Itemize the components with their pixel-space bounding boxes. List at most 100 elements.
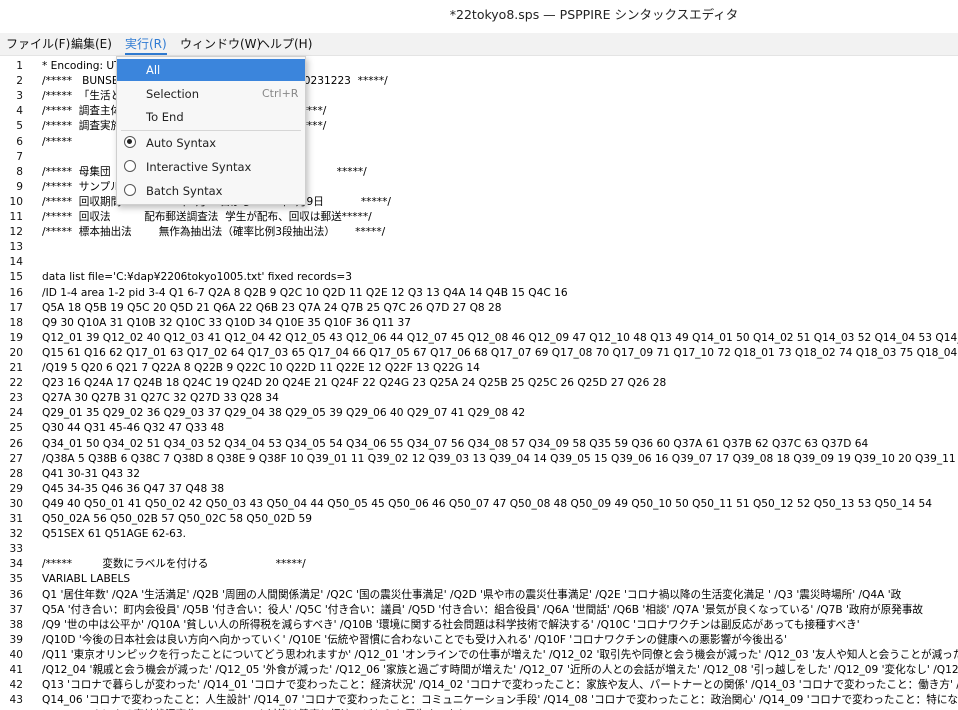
editor-line[interactable]: 20 Q15 61 Q16 62 Q17_01 63 Q17_02 64 Q17_… (0, 346, 958, 361)
line-number: 4 (16, 105, 23, 118)
editor-line[interactable]: 33 (0, 542, 958, 557)
auto-syntax-radio-icon (124, 136, 136, 148)
line-number: 18 (9, 316, 23, 329)
line-text: /***** 回収法 配布郵送調査法 学生が配布、回収は郵送*****/ (42, 211, 372, 223)
editor-line[interactable]: 24 Q29_01 35 Q29_02 36 Q29_03 37 Q29_04 3… (0, 406, 958, 421)
auto-syntax-item[interactable]: Auto Syntax (117, 132, 305, 154)
editor-line[interactable]: 30 Q49 40 Q50_01 41 Q50_02 42 Q50_03 43 Q… (0, 497, 958, 512)
editor-line[interactable]: 13 (0, 240, 958, 255)
auto-syntax-label: Auto Syntax (146, 136, 217, 150)
menu-edit[interactable]: 編集(E) (71, 33, 112, 55)
editor-line[interactable]: 16/ID 1-4 area 1-2 pid 3-4 Q1 6-7 Q2A 8 … (0, 286, 958, 301)
interactive-syntax-item[interactable]: Interactive Syntax (117, 156, 305, 178)
line-number: 17 (9, 301, 23, 314)
line-number: 26 (9, 437, 23, 450)
line-number: 27 (9, 452, 23, 465)
line-number: 16 (9, 286, 23, 299)
run-to-end-label: To End (146, 110, 184, 124)
line-number: 43 (9, 694, 23, 707)
line-number: 11 (9, 211, 23, 223)
menu-help[interactable]: ヘルプ(H) (258, 33, 312, 55)
line-text: /***** 標本抽出法 無作為抽出法（確率比例3段抽出法） *****/ (42, 226, 386, 239)
line-text: /Q11 '東京オリンピックを行ったことについてどう思われますか' /Q12_0… (42, 648, 958, 661)
editor-line[interactable]: 21/Q19 5 Q20 6 Q21 7 Q22A 8 Q22B 9 Q22C … (0, 361, 958, 376)
editor-line[interactable]: 25 Q30 44 Q31 45-46 Q32 47 Q33 48 (0, 421, 958, 436)
line-number: 3 (16, 90, 23, 103)
line-number: 23 (9, 392, 23, 405)
run-selection-item[interactable]: Selection Ctrl+R (117, 83, 305, 105)
line-text: /Q38A 5 Q38B 6 Q38C 7 Q38D 8 Q38E 9 Q38F… (42, 452, 958, 465)
editor-line[interactable]: 19 Q12_01 39 Q12_02 40 Q12_03 41 Q12_04 4… (0, 331, 958, 346)
run-all-item[interactable]: All (117, 59, 305, 81)
menu-bar: ファイル(F) 編集(E) 実行(R) ウィンドウ(W) ヘルプ(H) (0, 33, 958, 56)
line-text: Q5A 18 Q5B 19 Q5C 20 Q5D 21 Q6A 22 Q6B 2… (42, 301, 502, 314)
editor-line[interactable]: 12 /***** 標本抽出法 無作為抽出法（確率比例3段抽出法） *****/ (0, 225, 958, 240)
window-title: *22tokyo8.sps — PSPPIRE シンタックスエディタ (449, 7, 739, 22)
line-text: Q5A '付き合い：町内会役員' /Q5B '付き合い：役人' /Q5C '付き… (42, 603, 924, 616)
line-number: 6 (16, 135, 23, 148)
editor-line[interactable]: 35 VARIABL LABELS (0, 572, 958, 587)
line-text: Q29_01 35 Q29_02 36 Q29_03 37 Q29_04 38 … (42, 407, 526, 420)
line-number: 29 (9, 482, 23, 495)
menu-run[interactable]: 実行(R) (125, 33, 167, 55)
line-number: 30 (9, 497, 23, 510)
editor-line[interactable]: 15 data list file='C:¥dap¥2206tokyo1005.t… (0, 270, 958, 285)
line-text: Q27A 30 Q27B 31 Q27C 32 Q27D 33 Q28 34 (42, 392, 279, 405)
editor-line[interactable]: 27/Q38A 5 Q38B 6 Q38C 7 Q38D 8 Q38E 9 Q3… (0, 452, 958, 467)
editor-line[interactable]: 43 Q14_06 'コロナで変わったこと：人生設計' /Q14_07 'コロナで… (0, 693, 958, 708)
editor-line[interactable]: 42 Q13 'コロナで暮らしが変わった' /Q14_01 'コロナで変わったこと… (0, 678, 958, 693)
line-text: * Encoding: UT (42, 60, 121, 72)
editor-line[interactable]: 11 /***** 回収法 配布郵送調査法 学生が配布、回収は郵送*****/ (0, 210, 958, 225)
run-to-end-item[interactable]: To End (117, 106, 305, 128)
run-all-label: All (146, 63, 161, 77)
line-text: Q51SEX 61 Q51AGE 62-63. (42, 528, 187, 541)
line-number: 39 (9, 633, 23, 646)
editor-line[interactable]: 32 Q51SEX 61 Q51AGE 62-63. (0, 527, 958, 542)
line-number: 2 (16, 75, 23, 88)
editor-line[interactable]: 39/Q10D '今後の日本社会は良い方向へ向かっていく' /Q10E '伝統や… (0, 633, 958, 648)
line-text: /ID 1-4 area 1-2 pid 3-4 Q1 6-7 Q2A 8 Q2… (42, 286, 568, 299)
line-text: Q50_02A 56 Q50_02B 57 Q50_02C 58 Q50_02D… (42, 513, 312, 525)
editor-line[interactable]: 23 Q27A 30 Q27B 31 Q27C 32 Q27D 33 Q28 34 (0, 391, 958, 406)
editor-line[interactable]: 34 /***** 変数にラベルを付ける *****/ (0, 557, 958, 572)
line-number: 14 (9, 256, 23, 269)
line-number: 22 (9, 377, 23, 390)
editor-line[interactable]: 26 Q34_01 50 Q34_02 51 Q34_03 52 Q34_04 5… (0, 437, 958, 452)
editor-line[interactable]: 18 Q9 30 Q10A 31 Q10B 32 Q10C 33 Q10D 34 … (0, 316, 958, 331)
batch-syntax-label: Batch Syntax (146, 184, 223, 198)
line-number: 13 (9, 241, 23, 254)
editor-line[interactable]: 41/Q12_04 '親戚と会う機会が減った' /Q12_05 '外食が減った'… (0, 663, 958, 678)
line-text: Q13 'コロナで暮らしが変わった' /Q14_01 'コロナで変わったこと：経… (42, 679, 958, 692)
editor-line[interactable]: 29 Q45 34-35 Q46 36 Q47 37 Q48 38 (0, 482, 958, 497)
line-number: 10 (9, 195, 23, 208)
line-text: Q1 '居住年数' /Q2A '生活満足' /Q2B '周囲の人間関係満足' /… (42, 588, 902, 601)
line-text: Q49 40 Q50_01 41 Q50_02 42 Q50_03 43 Q50… (42, 497, 933, 510)
line-text: Q45 34-35 Q46 36 Q47 37 Q48 38 (42, 482, 225, 495)
editor-line[interactable]: 17 Q5A 18 Q5B 19 Q5C 20 Q5D 21 Q6A 22 Q6B… (0, 301, 958, 316)
editor-line[interactable]: 36 Q1 '居住年数' /Q2A '生活満足' /Q2B '周囲の人間関係満足'… (0, 588, 958, 603)
line-number: 7 (16, 150, 23, 163)
line-text: Q23 16 Q24A 17 Q24B 18 Q24C 19 Q24D 20 Q… (42, 377, 667, 390)
editor-line[interactable]: 31 Q50_02A 56 Q50_02B 57 Q50_02C 58 Q50_0… (0, 512, 958, 527)
editor-line[interactable]: 38/Q9 '世の中は公平か' /Q10A '貧しい人の所得税を減らすべき' /… (0, 618, 958, 633)
line-number: 1 (16, 60, 23, 72)
line-number: 19 (9, 331, 23, 344)
editor-line[interactable]: 28 Q41 30-31 Q43 32 (0, 467, 958, 482)
menu-file[interactable]: ファイル(F) (6, 33, 70, 55)
batch-syntax-item[interactable]: Batch Syntax (117, 180, 305, 202)
interactive-syntax-radio-icon (124, 160, 136, 172)
line-text: Q15 61 Q16 62 Q17_01 63 Q17_02 64 Q17_03… (42, 346, 958, 359)
editor-line[interactable]: 37 Q5A '付き合い：町内会役員' /Q5B '付き合い：役人' /Q5C '… (0, 603, 958, 618)
line-number: 34 (9, 558, 23, 571)
line-number: 21 (9, 362, 23, 374)
batch-syntax-radio-icon (124, 184, 136, 196)
line-number: 5 (16, 120, 23, 133)
line-number: 9 (16, 180, 23, 193)
editor-line[interactable]: 40/Q11 '東京オリンピックを行ったことについてどう思われますか' /Q12… (0, 648, 958, 663)
editor-line[interactable]: 14 (0, 255, 958, 270)
run-selection-label: Selection (146, 87, 199, 101)
line-number: 36 (9, 588, 23, 601)
line-number: 35 (9, 573, 23, 586)
menu-window[interactable]: ウィンドウ(W) (180, 33, 261, 55)
editor-line[interactable]: 22 Q23 16 Q24A 17 Q24B 18 Q24C 19 Q24D 20… (0, 376, 958, 391)
